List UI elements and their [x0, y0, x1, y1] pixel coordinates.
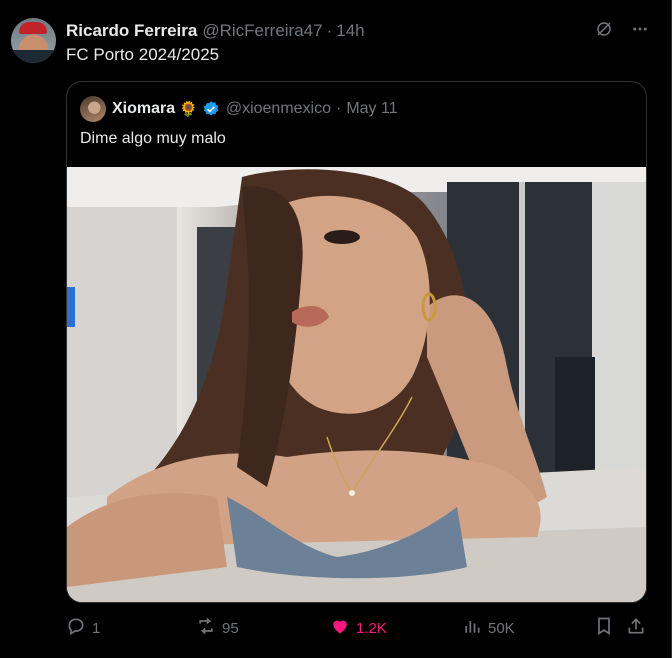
- bookmark-button[interactable]: [594, 616, 614, 640]
- tweet[interactable]: Ricardo Ferreira @RicFerreira47 · 14h FC…: [0, 0, 672, 658]
- tweet-time[interactable]: 14h: [336, 21, 364, 41]
- quoted-photo[interactable]: [67, 167, 646, 602]
- retweet-button[interactable]: 95: [196, 616, 239, 640]
- avatar-shirt: [11, 50, 56, 63]
- retweet-count: 95: [222, 619, 239, 637]
- author-name[interactable]: Ricardo Ferreira: [66, 21, 197, 41]
- more-icon[interactable]: [631, 20, 649, 43]
- photo-illustration: [67, 167, 646, 602]
- quoted-separator: ·: [336, 100, 342, 117]
- verified-badge-icon: [202, 100, 220, 118]
- share-icon: [626, 616, 646, 640]
- reply-button[interactable]: 1: [66, 616, 100, 640]
- heart-icon: [330, 616, 350, 640]
- like-count: 1.2K: [356, 619, 387, 637]
- quoted-avatar: [80, 96, 106, 122]
- quoted-tweet[interactable]: Xiomara 🌻 @xioenmexico · May 11 Dime alg…: [66, 81, 647, 603]
- tweet-actions: 1 95 1.2K 50K: [66, 616, 656, 640]
- header-icons: [595, 20, 649, 43]
- quoted-author-name: Xiomara: [112, 100, 176, 117]
- author-handle[interactable]: @RicFerreira47: [202, 21, 322, 41]
- author-avatar[interactable]: [11, 18, 56, 63]
- like-button[interactable]: 1.2K: [330, 616, 387, 640]
- quoted-text: Dime algo muy malo: [80, 130, 226, 147]
- quoted-author-handle: @xioenmexico: [225, 100, 331, 117]
- grok-icon[interactable]: [595, 20, 613, 43]
- views-icon: [462, 616, 482, 640]
- header-separator: ·: [326, 21, 333, 40]
- views-button[interactable]: 50K: [462, 616, 515, 640]
- retweet-icon: [196, 616, 216, 640]
- bookmark-icon: [594, 616, 614, 640]
- sunflower-emoji: 🌻: [179, 101, 198, 118]
- quoted-header: Xiomara 🌻 @xioenmexico · May 11: [80, 96, 398, 122]
- avatar-cap: [19, 22, 47, 34]
- share-button[interactable]: [626, 616, 646, 640]
- reply-icon: [66, 616, 86, 640]
- tweet-text: FC Porto 2024/2025: [66, 45, 220, 64]
- quoted-date: May 11: [346, 100, 398, 117]
- tweet-header: Ricardo Ferreira @RicFerreira47 · 14h: [66, 20, 651, 42]
- views-count: 50K: [488, 619, 515, 637]
- reply-count: 1: [92, 619, 101, 637]
